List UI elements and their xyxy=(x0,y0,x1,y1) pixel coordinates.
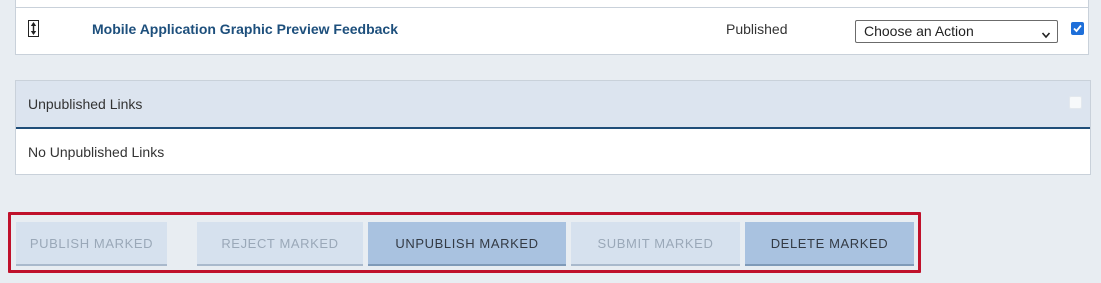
unpublished-links-panel: Unpublished Links No Unpublished Links xyxy=(15,80,1091,175)
unpublish-marked-button[interactable]: UNPUBLISH MARKED xyxy=(368,222,566,266)
link-title[interactable]: Mobile Application Graphic Preview Feedb… xyxy=(92,21,398,37)
submit-marked-button[interactable]: SUBMIT MARKED xyxy=(571,222,740,266)
published-links-panel: Mobile Application Graphic Preview Feedb… xyxy=(15,0,1089,55)
move-handle-icon[interactable] xyxy=(28,20,39,37)
row-divider xyxy=(16,7,1088,8)
empty-state-message: No Unpublished Links xyxy=(28,144,165,160)
select-all-checkbox[interactable] xyxy=(1069,96,1082,109)
reject-marked-button[interactable]: REJECT MARKED xyxy=(197,222,363,266)
choose-action-select[interactable]: Choose an Action xyxy=(855,20,1058,43)
publish-marked-button[interactable]: PUBLISH MARKED xyxy=(16,222,167,266)
row-select-checkbox[interactable] xyxy=(1071,22,1084,35)
delete-marked-button[interactable]: DELETE MARKED xyxy=(745,222,914,266)
status-label: Published xyxy=(726,21,788,37)
chevron-down-icon xyxy=(1041,27,1051,39)
unpublished-links-title: Unpublished Links xyxy=(28,96,143,112)
choose-action-value: Choose an Action xyxy=(864,23,974,39)
unpublished-links-header: Unpublished Links xyxy=(16,81,1090,129)
bulk-actions-bar: PUBLISH MARKED REJECT MARKED UNPUBLISH M… xyxy=(8,212,921,273)
